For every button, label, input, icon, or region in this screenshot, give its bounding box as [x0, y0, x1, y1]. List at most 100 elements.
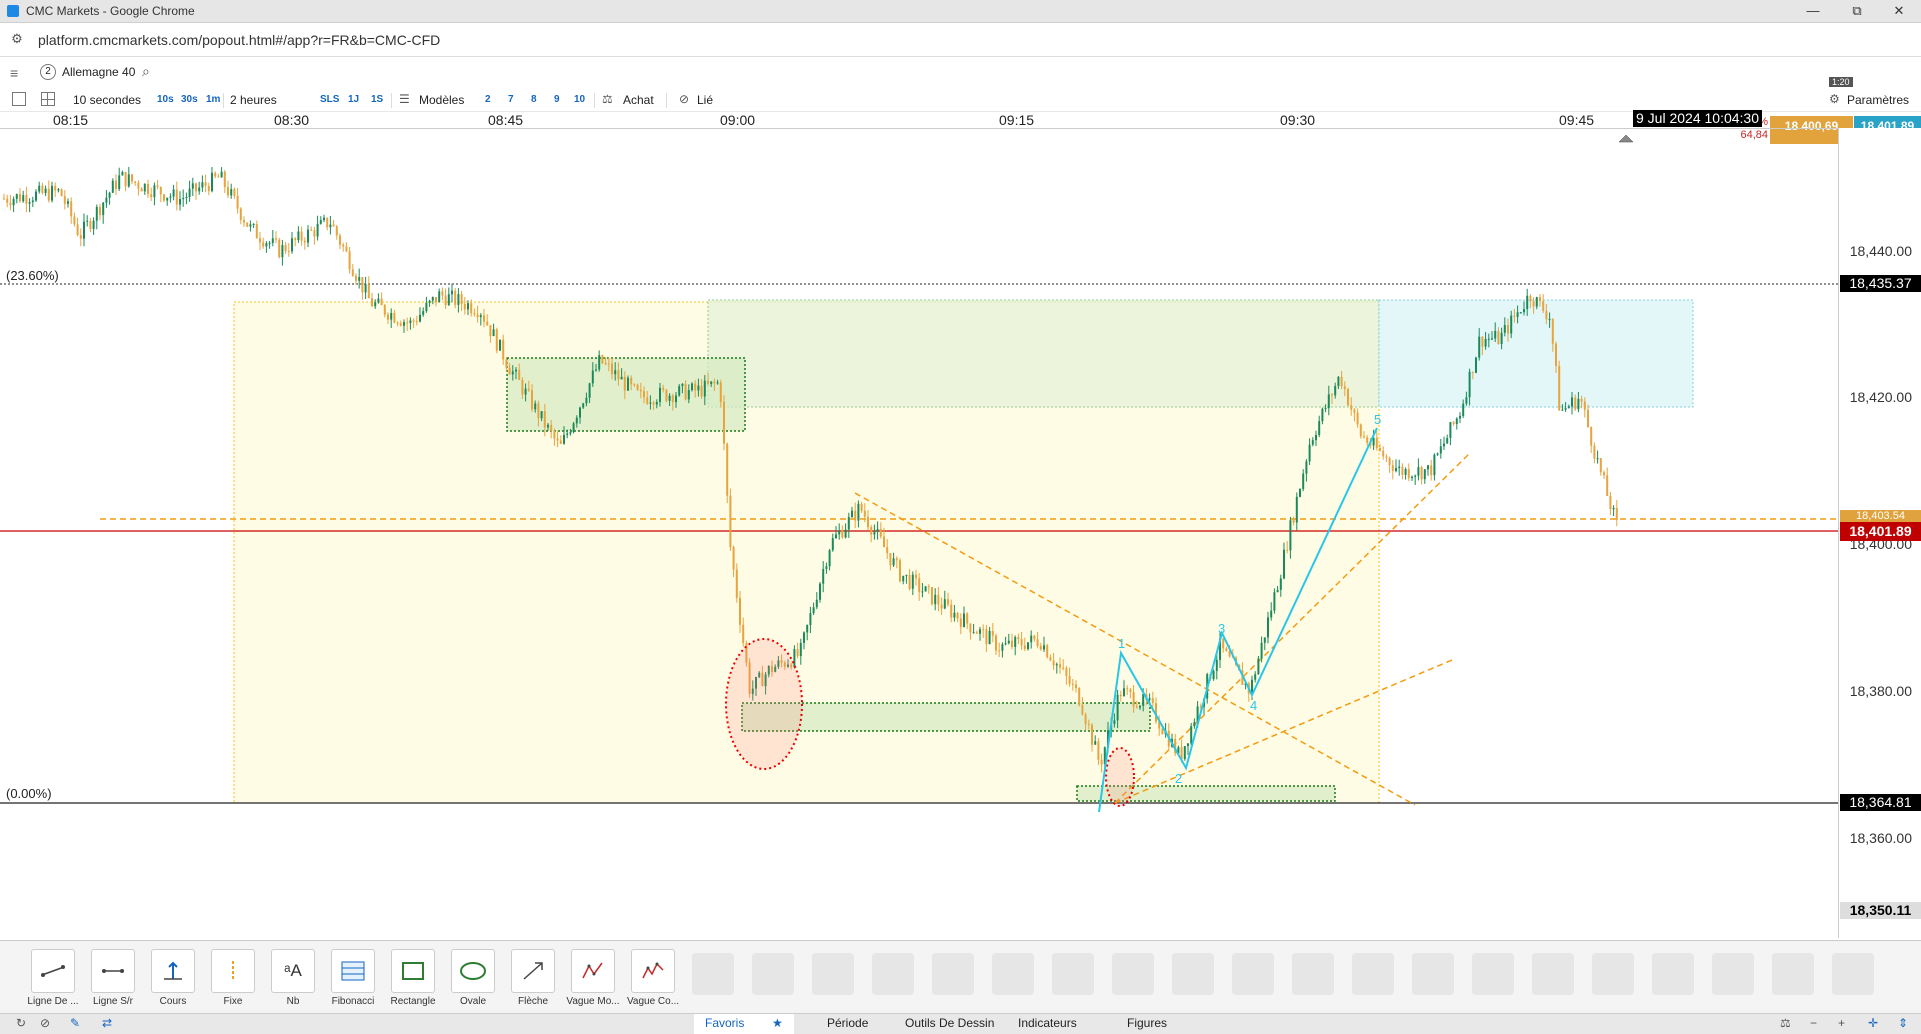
candle-body: [671, 395, 674, 403]
empty-tool-slot[interactable]: [752, 953, 794, 995]
empty-tool-slot[interactable]: [1412, 953, 1454, 995]
candle-body: [505, 359, 508, 368]
tool-line[interactable]: Ligne De ...: [24, 949, 82, 1007]
empty-tool-slot[interactable]: [1772, 953, 1814, 995]
scale-icon[interactable]: ⚖: [1780, 1016, 1791, 1030]
empty-tool-slot[interactable]: [872, 953, 914, 995]
zoom-out-icon[interactable]: −: [1810, 1016, 1817, 1030]
empty-tool-slot[interactable]: [1832, 953, 1874, 995]
tool-rectangle[interactable]: Rectangle: [384, 949, 442, 1007]
candle-body: [707, 380, 709, 384]
tool-text[interactable]: ᵃA Nb: [264, 949, 322, 1007]
price-chart[interactable]: (23.60%) (0.00%) 1 2 3 4 5: [0, 128, 1838, 938]
tool-price[interactable]: Cours: [144, 949, 202, 1007]
tab-periode[interactable]: Période: [827, 1016, 868, 1030]
candle-body: [870, 527, 873, 535]
empty-tool-slot[interactable]: [1292, 953, 1334, 995]
candle-body: [179, 199, 181, 205]
empty-tool-slot[interactable]: [932, 953, 974, 995]
templates-icon[interactable]: ☰: [399, 92, 410, 106]
order-book-icon[interactable]: ⚖: [602, 92, 613, 106]
search-icon[interactable]: ⌕: [142, 63, 150, 80]
candle-body: [1612, 507, 1615, 510]
tab-figures[interactable]: Figures: [1127, 1016, 1167, 1030]
interval-1m[interactable]: 1m: [206, 94, 220, 105]
url-text[interactable]: platform.cmcmarkets.com/popout.html#/app…: [38, 32, 440, 48]
tool-oval[interactable]: Ovale: [444, 949, 502, 1007]
instrument-name[interactable]: Allemagne 40: [62, 65, 135, 79]
tab-favoris[interactable]: Favoris: [705, 1016, 744, 1030]
refresh-icon[interactable]: ↻: [16, 1016, 26, 1030]
swap-icon[interactable]: ⇄: [102, 1016, 112, 1030]
interval-10s[interactable]: 10s: [157, 94, 174, 105]
candle-body: [403, 322, 405, 326]
template-slot-10[interactable]: 10: [574, 94, 585, 105]
empty-tool-slot[interactable]: [1532, 953, 1574, 995]
template-slot-8[interactable]: 8: [531, 94, 537, 105]
candle-body: [185, 196, 188, 199]
empty-tool-slot[interactable]: [992, 953, 1034, 995]
candle-body: [1359, 424, 1362, 437]
candle-body: [1599, 458, 1602, 473]
pencil-icon[interactable]: ✎: [70, 1016, 80, 1030]
cancel-icon[interactable]: ⊘: [40, 1016, 50, 1030]
range-sls[interactable]: SLS: [320, 94, 339, 105]
template-slot-7[interactable]: 7: [508, 94, 514, 105]
candle-body: [374, 302, 377, 307]
empty-tool-slot[interactable]: [1352, 953, 1394, 995]
zoom-in-icon[interactable]: +: [1838, 1016, 1845, 1030]
achat-button[interactable]: Achat: [623, 93, 654, 107]
minimize-button[interactable]: —: [1791, 0, 1835, 22]
gear-icon[interactable]: ⚙: [1829, 92, 1840, 106]
menu-icon[interactable]: ≡: [10, 65, 18, 81]
template-slot-9[interactable]: 9: [554, 94, 560, 105]
lie-button[interactable]: Lié: [697, 93, 713, 107]
candle-body: [175, 189, 178, 205]
instrument-toolbar: ≡ 2 Allemagne 40 ⌕ ▼ 0,35 % 64,84 18 400…: [0, 57, 1921, 144]
empty-tool-slot[interactable]: [812, 953, 854, 995]
candle-body: [492, 329, 495, 337]
tool-arrow[interactable]: Flèche: [504, 949, 562, 1007]
candle-body: [470, 303, 473, 314]
tool-wave-corrective[interactable]: Vague Co...: [624, 949, 682, 1007]
interval-30s[interactable]: 30s: [181, 94, 198, 105]
candle-body: [1222, 638, 1225, 649]
tool-sr-line[interactable]: Ligne S/r: [84, 949, 142, 1007]
close-button[interactable]: ✕: [1877, 0, 1921, 22]
empty-tool-slot[interactable]: [1592, 953, 1634, 995]
empty-tool-slot[interactable]: [1112, 953, 1154, 995]
range-1j[interactable]: 1J: [348, 94, 359, 105]
tool-fixed[interactable]: Fixe: [204, 949, 262, 1007]
empty-tool-slot[interactable]: [1052, 953, 1094, 995]
empty-tool-slot[interactable]: [1472, 953, 1514, 995]
restore-button[interactable]: ⧉: [1835, 0, 1879, 22]
candle-body: [1270, 610, 1273, 618]
chart-type-icon[interactable]: [12, 92, 26, 106]
candle-body: [956, 612, 959, 619]
empty-tool-slot[interactable]: [692, 953, 734, 995]
empty-tool-slot[interactable]: [1172, 953, 1214, 995]
star-icon[interactable]: ★: [772, 1016, 783, 1030]
tool-fibonacci[interactable]: Fibonacci: [324, 949, 382, 1007]
range-1s[interactable]: 1S: [371, 94, 383, 105]
template-slot-2[interactable]: 2: [485, 94, 491, 105]
tab-indicateurs[interactable]: Indicateurs: [1018, 1016, 1077, 1030]
empty-tool-slot[interactable]: [1652, 953, 1694, 995]
empty-tool-slot[interactable]: [1712, 953, 1754, 995]
tab-outils-de-dessin[interactable]: Outils De Dessin: [905, 1016, 994, 1030]
link-icon[interactable]: ⊘: [679, 92, 689, 106]
candle-body: [313, 230, 316, 237]
grid-layout-icon[interactable]: [41, 92, 55, 106]
tool-wave[interactable]: Vague Mo...: [564, 949, 622, 1007]
templates-button[interactable]: Modèles: [419, 93, 464, 107]
interval-selector[interactable]: 10 secondes: [73, 93, 141, 107]
range-selector[interactable]: 2 heures: [230, 93, 277, 107]
site-settings-icon[interactable]: ⚙: [8, 30, 26, 48]
candle-body: [524, 388, 527, 395]
expand-icon[interactable]: ⇕: [1898, 1016, 1908, 1030]
parametres-button[interactable]: Paramètres: [1847, 93, 1909, 107]
candle-body: [111, 180, 114, 193]
empty-tool-slot[interactable]: [1232, 953, 1274, 995]
layout-badge[interactable]: 2: [40, 64, 56, 80]
crosshair-icon[interactable]: ✛: [1868, 1016, 1878, 1030]
